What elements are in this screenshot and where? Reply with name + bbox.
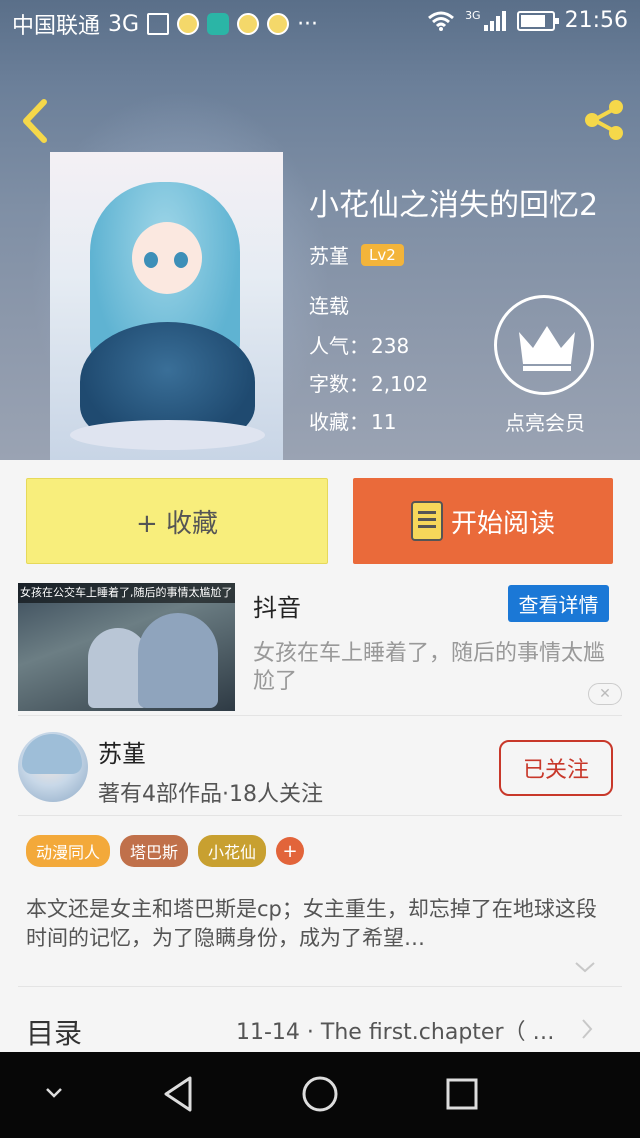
system-navigation-bar [0,1052,640,1138]
start-reading-button[interactable]: 开始阅读 [353,478,613,564]
book-cover-image[interactable] [50,152,283,460]
ad-description[interactable]: 女孩在车上睡着了，随后的事情太尴尬了 [253,640,623,696]
tag-list: 动漫同人 塔巴斯 小花仙 + [26,835,305,867]
signal-icon [483,10,506,31]
ad-thumbnail-caption: 女孩在公交车上睡着了,随后的事情太尴尬了 [18,583,235,603]
share-icon[interactable] [580,96,628,144]
author-row[interactable]: 苏堇 Lv2 [309,240,404,269]
followed-button[interactable]: 已关注 [499,740,613,796]
back-arrow-icon[interactable] [16,96,56,146]
stat-favorites: 收藏： 11 [309,406,396,435]
book-description[interactable]: 本文还是女主和塔巴斯是cp；女主重生，却忘掉了在地球这段时间的记忆，为了隐瞒身份… [26,895,616,953]
stat-value: 238 [371,334,410,358]
stat-popularity: 人气： 238 [309,330,409,359]
latest-chapter[interactable]: 11-14 · The first.chapter（ … [236,1014,566,1046]
stat-value: 11 [371,410,397,434]
home-nav-icon[interactable] [300,1074,340,1114]
chevron-right-icon[interactable] [580,1018,594,1040]
author-section-meta: 著有4部作品·18人关注 [98,782,323,807]
app-notification-icon [207,13,230,35]
book-header: 中国联通 3G ··· 3G 21:56 小花仙之消失的回忆2 苏堇 Lv2 连… [0,0,640,460]
hide-nav-icon[interactable] [44,1086,64,1100]
carrier-label: 中国联通 [12,14,101,39]
start-reading-label: 开始阅读 [450,508,555,539]
tag-chip[interactable]: 小花仙 [198,835,267,867]
book-icon [410,501,443,541]
author-name[interactable]: 苏堇 [309,240,349,269]
more-notifications-icon: ··· [297,11,319,37]
bulb-notification-icon [237,13,260,35]
toc-label[interactable]: 目录 [26,1012,82,1052]
recents-nav-icon[interactable] [444,1074,480,1114]
battery-icon [516,10,559,31]
tag-chip[interactable]: 塔巴斯 [120,835,189,867]
serial-status: 连载 [309,294,349,318]
status-bar: 中国联通 3G ··· 3G 21:56 [0,0,640,44]
stat-word-count: 字数： 2,102 [309,368,428,397]
author-avatar[interactable] [18,732,88,802]
ad-detail-button[interactable]: 查看详情 [508,585,609,622]
stat-label: 字数： [309,372,369,396]
divider [18,815,622,816]
bulb-notification-icon [177,13,200,35]
ad-thumbnail[interactable]: 女孩在公交车上睡着了,随后的事情太尴尬了 [18,583,235,711]
level-badge: Lv2 [361,243,404,266]
stat-label: 人气： [309,334,369,358]
stat-label: 收藏： [309,410,369,434]
image-notification-icon [147,13,170,35]
crown-icon [519,326,575,371]
wifi-icon [428,11,455,31]
divider [18,986,622,987]
bulb-notification-icon [267,13,290,35]
add-tag-button[interactable]: + [276,837,305,865]
author-section-name[interactable]: 苏堇 [98,734,146,769]
member-crown-button[interactable] [494,295,594,395]
ad-app-name[interactable]: 抖音 [253,588,301,623]
clock: 21:56 [564,8,628,33]
divider [18,715,622,716]
member-label[interactable]: 点亮会员 [490,407,600,436]
tag-chip[interactable]: 动漫同人 [26,835,111,867]
stat-value: 2,102 [371,372,429,396]
collect-button[interactable]: + 收藏 [26,478,328,564]
network-type: 3G [108,11,140,37]
signal-network-type: 3G [465,9,481,22]
book-title: 小花仙之消失的回忆2 [309,188,599,223]
ad-close-button[interactable]: ✕ [588,683,622,705]
chevron-down-icon[interactable] [574,960,596,974]
back-nav-icon[interactable] [160,1074,196,1114]
